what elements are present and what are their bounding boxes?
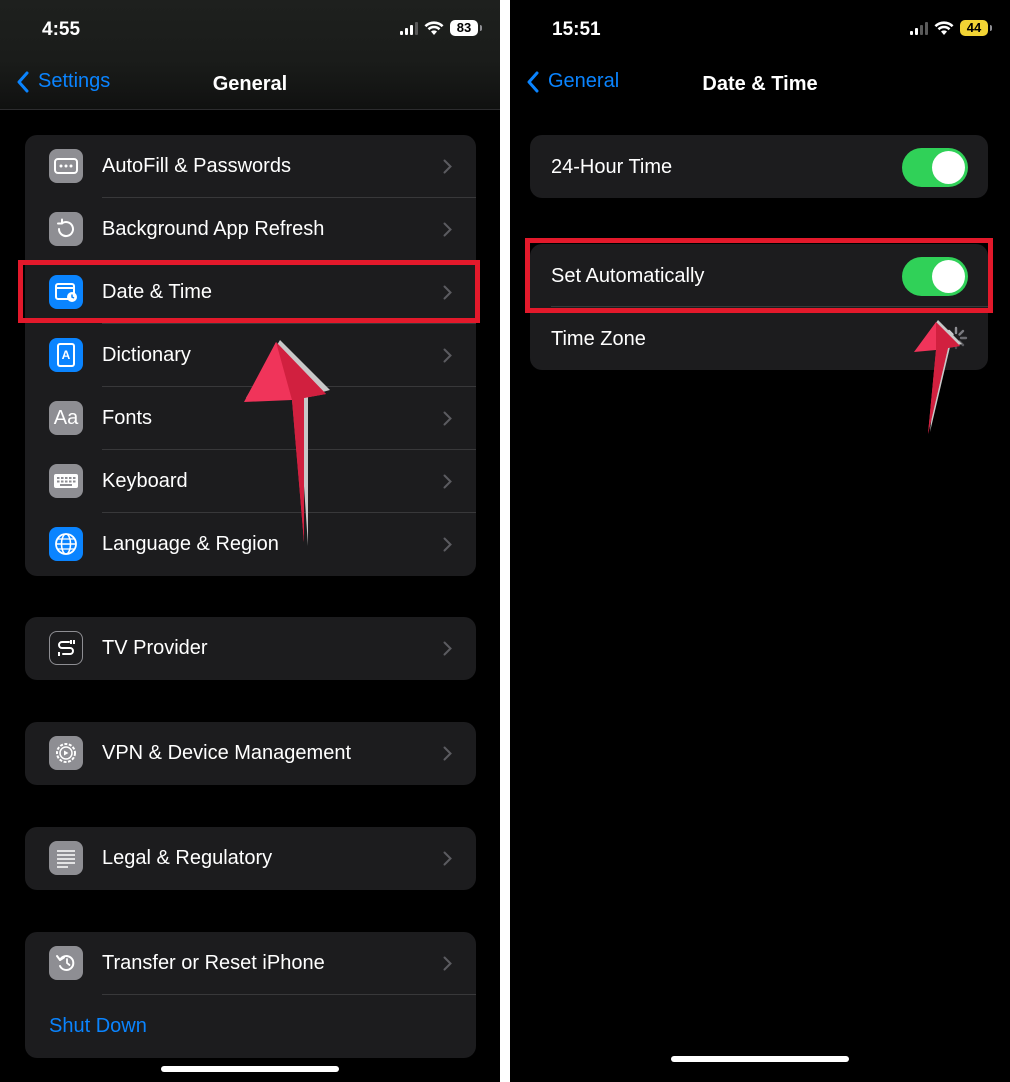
settings-group-reset: Transfer or Reset iPhone Shut Down — [25, 932, 476, 1058]
right-screen: 15:51 44 General Date & Time 24-Hour Tim… — [510, 0, 1010, 1082]
reset-icon — [49, 946, 83, 980]
dictionary-icon: A — [49, 338, 83, 372]
gear-icon — [49, 736, 83, 770]
row-autofill-passwords[interactable]: AutoFill & Passwords — [25, 135, 476, 198]
status-bar: 15:51 44 — [510, 0, 1010, 60]
chevron-right-icon — [443, 537, 452, 552]
chevron-right-icon — [443, 159, 452, 174]
chevron-right-icon — [443, 851, 452, 866]
status-bar: 4:55 83 — [0, 0, 500, 60]
settings-group-tv: TV Provider — [25, 617, 476, 680]
home-indicator — [671, 1056, 849, 1062]
chevron-right-icon — [443, 411, 452, 426]
row-label: AutoFill & Passwords — [102, 155, 291, 177]
navigation-bar: Settings General — [0, 60, 500, 110]
highlight-box — [525, 238, 993, 313]
battery-indicator: 44 — [960, 20, 992, 36]
row-label: Fonts — [102, 407, 153, 429]
row-tv-provider[interactable]: TV Provider — [25, 617, 476, 680]
settings-group-legal: Legal & Regulatory — [25, 827, 476, 890]
refresh-icon — [49, 212, 83, 246]
status-icons: 44 — [910, 20, 992, 36]
status-time: 4:55 — [42, 19, 81, 40]
chevron-right-icon — [443, 641, 452, 656]
status-time: 15:51 — [552, 19, 601, 40]
page-title: General — [212, 73, 288, 95]
page-title: Date & Time — [702, 73, 818, 95]
row-label: 24-Hour Time — [551, 156, 673, 178]
row-legal-regulatory[interactable]: Legal & Regulatory — [25, 827, 476, 890]
document-icon — [49, 841, 83, 875]
status-icons: 83 — [400, 20, 482, 36]
annotation-arrow-icon — [244, 340, 330, 546]
keyboard-icon — [49, 464, 83, 498]
settings-group-24-hour: 24-Hour Time — [530, 135, 988, 198]
globe-icon — [49, 527, 83, 561]
24-hour-time-toggle[interactable] — [902, 148, 968, 187]
left-screen: 4:55 83 Settings General AutoFill & Pass… — [0, 0, 500, 1082]
row-label: Shut Down — [49, 1015, 147, 1037]
fonts-icon: Aa — [49, 401, 83, 435]
battery-indicator: 83 — [450, 20, 482, 36]
chevron-right-icon — [443, 474, 452, 489]
chevron-right-icon — [443, 746, 452, 761]
svg-text:A: A — [62, 348, 71, 362]
row-background-app-refresh[interactable]: Background App Refresh — [25, 198, 476, 261]
row-transfer-reset[interactable]: Transfer or Reset iPhone — [25, 932, 476, 995]
row-vpn-device-management[interactable]: VPN & Device Management — [25, 722, 476, 785]
row-label: Keyboard — [102, 470, 188, 492]
row-label: Legal & Regulatory — [102, 847, 273, 869]
row-label: Background App Refresh — [102, 218, 325, 240]
chevron-right-icon — [443, 956, 452, 971]
wifi-icon — [934, 20, 954, 35]
shut-down-button[interactable]: Shut Down — [25, 995, 476, 1058]
row-label: Time Zone — [551, 328, 646, 350]
row-24-hour-time: 24-Hour Time — [530, 135, 988, 198]
chevron-right-icon — [443, 222, 452, 237]
row-label: VPN & Device Management — [102, 742, 352, 764]
chevron-right-icon — [443, 348, 452, 363]
row-label: Transfer or Reset iPhone — [102, 952, 325, 974]
row-label: TV Provider — [102, 637, 208, 659]
tv-provider-icon — [49, 631, 83, 665]
row-label: Dictionary — [102, 344, 191, 366]
home-indicator — [161, 1066, 339, 1072]
highlight-box — [18, 260, 480, 323]
cellular-signal-icon — [910, 21, 928, 35]
navigation-bar: General Date & Time — [510, 60, 1010, 110]
autofill-icon — [49, 149, 83, 183]
wifi-icon — [424, 20, 444, 35]
settings-group-vpn: VPN & Device Management — [25, 722, 476, 785]
toggle-knob — [932, 151, 965, 184]
cellular-signal-icon — [400, 21, 418, 35]
annotation-arrow-icon — [914, 320, 962, 434]
fonts-glyph: Aa — [53, 406, 79, 429]
